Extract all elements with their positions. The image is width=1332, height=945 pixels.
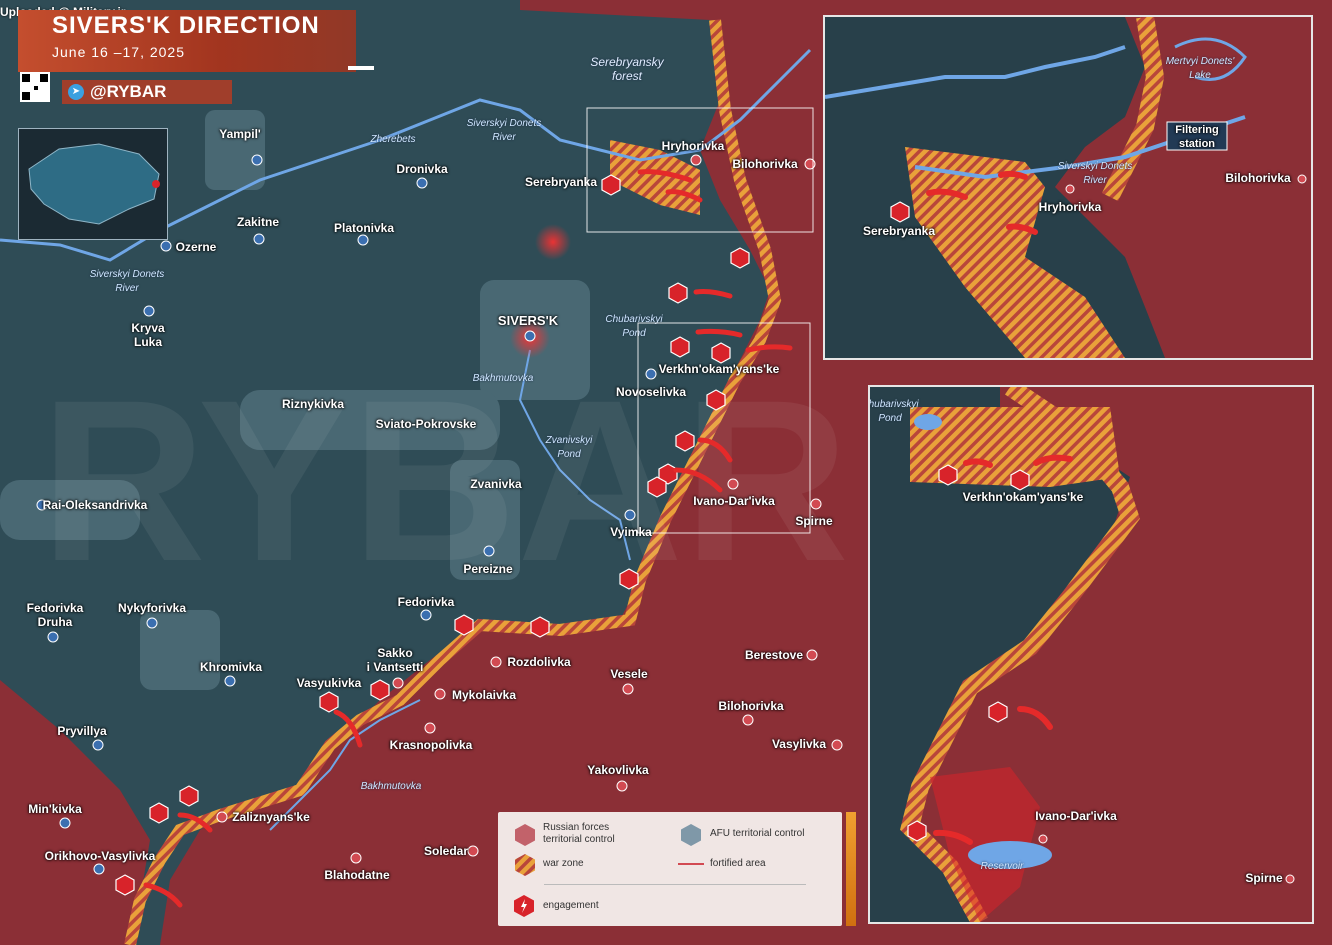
engagement-vas-2[interactable]: [370, 679, 390, 701]
engagement-hex-1[interactable]: [730, 247, 750, 269]
engagement-ivano-3[interactable]: [647, 476, 667, 498]
engagement-ori[interactable]: [115, 874, 135, 896]
engagement-zal-1[interactable]: [149, 802, 169, 824]
engagement-vyimka[interactable]: [619, 568, 639, 590]
inset-verkhnokamyanske-map: [870, 387, 1312, 922]
arrow-ivano-2: [673, 467, 723, 493]
inset-label-hryhorivka: Hryhorivka: [1038, 200, 1102, 214]
arrow-chub: [693, 289, 733, 299]
engagement-vas-1[interactable]: [319, 691, 339, 713]
legend-fortified-swatch: [678, 863, 704, 865]
legend-afu-label: AFU territorial control: [710, 828, 805, 839]
inset-label-reservoir: Reservoir: [980, 861, 1024, 872]
legend-divider: [544, 884, 806, 885]
inset-label-serebryanka: Serebryanka: [862, 224, 936, 238]
engagement-fed-1[interactable]: [454, 614, 474, 636]
engagement-ivano-1[interactable]: [675, 430, 695, 452]
arrow-ivano: [697, 437, 733, 463]
arrow-verkh: [695, 328, 743, 338]
arrow-zaliznyanske: [177, 812, 213, 833]
arrow-hryhorivka-2: [665, 189, 703, 203]
inset-label-river: Siverskyi Donets River: [1057, 161, 1133, 186]
engagement-verkh-1[interactable]: [670, 336, 690, 358]
legend-afu-swatch: [681, 824, 701, 846]
inset-label-verkhnokamyanske: Verkhn'okam'yans'ke: [962, 490, 1084, 504]
engagement-serebryanka[interactable]: [601, 174, 621, 196]
inset-serebryanka[interactable]: Serebryanka Hryhorivka Bilohorivka Siver…: [823, 15, 1313, 360]
map-legend: Russian forces territorial control AFU t…: [498, 812, 842, 926]
inset-label-spirne: Spirne: [1245, 871, 1283, 885]
legend-warzone-swatch: [515, 854, 535, 876]
engagement-markers: [115, 174, 750, 896]
callout-north: [586, 107, 814, 233]
engagement-fed-2[interactable]: [530, 616, 550, 638]
arrow-hryhorivka: [637, 169, 693, 183]
arrow-verkh-2: [745, 344, 793, 353]
attack-arrows: [143, 169, 793, 908]
arrow-orikhovo: [143, 882, 183, 908]
legend-fortified-label: fortified area: [710, 858, 766, 869]
inset-label-ivano-darivka: Ivano-Dar'ivka: [1035, 809, 1117, 823]
inset-label-filtering: Filtering station: [1175, 124, 1219, 150]
inset-label-lake: Mertvyi Donets' Lake: [1165, 56, 1235, 81]
legend-accent-bar: [846, 812, 856, 926]
legend-warzone-label: war zone: [543, 858, 584, 869]
legend-russian-label: Russian forces territorial control: [543, 822, 615, 845]
legend-engagement-icon: [514, 895, 534, 917]
inset-label-bilohorivka: Bilohorivka: [1225, 171, 1291, 185]
map-canvas[interactable]: RYBAR Uploaded @ Military.ir SIVERS'K DI…: [0, 0, 1332, 945]
engagement-zal-2[interactable]: [179, 785, 199, 807]
inset-verkhnokamyanske[interactable]: Chubarivskyi Pond Verkhn'okam'yans'ke Iv…: [868, 385, 1314, 924]
legend-engagement-label: engagement: [543, 900, 599, 911]
engagement-novos[interactable]: [706, 389, 726, 411]
engagement-verkh-2[interactable]: [711, 342, 731, 364]
engagement-hex-2[interactable]: [668, 282, 688, 304]
inset-callouts: [586, 107, 814, 534]
arrow-vasyukivka: [333, 709, 363, 748]
inset-label-pond: Chubarivskyi Pond: [868, 399, 919, 424]
legend-russian-swatch: [515, 824, 535, 846]
